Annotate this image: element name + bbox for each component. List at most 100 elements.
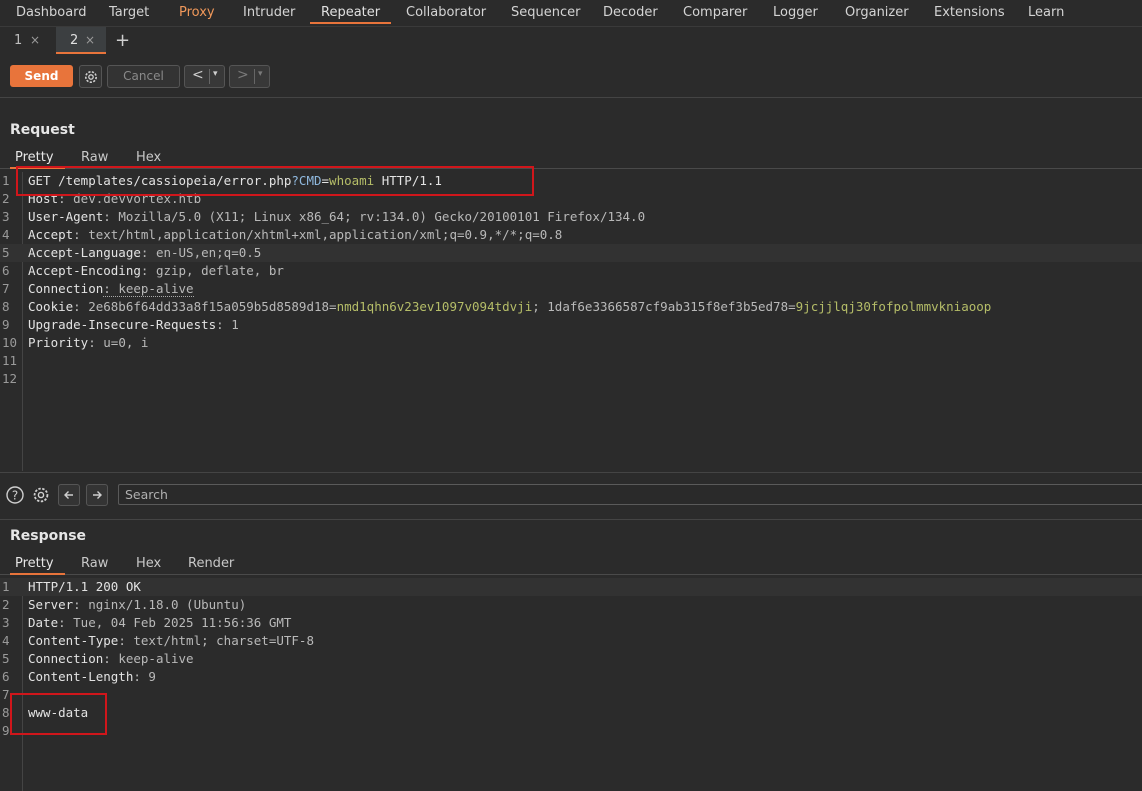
code-line: 5 Accept-Language: en-US,en;q=0.5	[0, 244, 1142, 262]
line-number: 1	[2, 173, 10, 188]
code-line: 3 Date: Tue, 04 Feb 2025 11:56:36 GMT	[0, 614, 1142, 632]
response-tab-hex[interactable]: Hex	[136, 556, 161, 571]
line-number: 2	[2, 597, 10, 612]
repeater-tab-2[interactable]: 2 ×	[56, 27, 106, 54]
code-line: 2 Host: dev.devvortex.htb	[0, 190, 1142, 208]
repeater-tab-1[interactable]: 1 ×	[0, 27, 50, 54]
close-icon[interactable]: ×	[85, 33, 95, 47]
code-line: 10 Priority: u=0, i	[0, 334, 1142, 352]
line-number: 11	[2, 353, 18, 368]
chevron-down-icon[interactable]: ▾	[258, 69, 263, 79]
help-icon[interactable]: ?	[5, 485, 25, 505]
line-number: 7	[2, 687, 10, 702]
code-text: Server: nginx/1.18.0 (Ubuntu)	[28, 597, 247, 612]
tab-comparer[interactable]: Comparer	[683, 5, 747, 20]
code-text: www-data	[28, 705, 89, 720]
request-view-tabs: Pretty Raw Hex	[0, 147, 1142, 169]
request-tab-hex[interactable]: Hex	[136, 150, 161, 165]
code-line: 1 HTTP/1.1 200 OK	[0, 578, 1142, 596]
arrow-right-icon[interactable]	[86, 484, 108, 506]
line-number: 10	[2, 335, 18, 350]
svg-text:?: ?	[12, 489, 18, 503]
settings-gear-icon[interactable]	[31, 485, 51, 505]
cancel-button[interactable]: Cancel	[107, 65, 180, 88]
send-button[interactable]: Send	[10, 65, 73, 87]
arrow-left-icon[interactable]	[58, 484, 80, 506]
tab-target[interactable]: Target	[109, 5, 149, 20]
request-editor[interactable]: 1 GET /templates/cassiopeia/error.php?CMD…	[0, 172, 1142, 471]
tab-organizer[interactable]: Organizer	[845, 5, 909, 20]
code-text: Accept-Language: en-US,en;q=0.5	[28, 245, 262, 260]
tab-learn[interactable]: Learn	[1028, 5, 1064, 20]
code-text: User-Agent: Mozilla/5.0 (X11; Linux x86_…	[28, 209, 646, 224]
response-tab-pretty[interactable]: Pretty	[15, 556, 54, 571]
code-line: 4 Content-Type: text/html; charset=UTF-8	[0, 632, 1142, 650]
code-line: 8 Cookie: 2e68b6f64dd33a8f15a059b5d8589d1…	[0, 298, 1142, 316]
code-line: 4 Accept: text/html,application/xhtml+xml…	[0, 226, 1142, 244]
tab-intruder[interactable]: Intruder	[243, 5, 295, 20]
request-tab-raw[interactable]: Raw	[81, 150, 108, 165]
line-number: 3	[2, 209, 10, 224]
line-number: 4	[2, 227, 10, 242]
code-line: 3 User-Agent: Mozilla/5.0 (X11; Linux x86…	[0, 208, 1142, 226]
tab-repeater[interactable]: Repeater	[321, 5, 380, 20]
repeater-tab-label: 1	[14, 33, 23, 48]
line-number: 3	[2, 615, 10, 630]
line-number: 7	[2, 281, 10, 296]
tab-extensions[interactable]: Extensions	[934, 5, 1005, 20]
active-tab-indicator	[310, 22, 391, 24]
history-forward-button[interactable]: > ▾	[229, 65, 270, 88]
line-number: 6	[2, 263, 10, 278]
settings-gear-icon[interactable]	[79, 65, 102, 88]
code-line: 8 www-data	[0, 704, 1142, 722]
active-view-indicator	[10, 573, 65, 575]
code-text: Priority: u=0, i	[28, 335, 149, 350]
tab-collaborator[interactable]: Collaborator	[406, 5, 486, 20]
tab-sequencer[interactable]: Sequencer	[511, 5, 580, 20]
line-number: 2	[2, 191, 10, 206]
code-text: Accept-Encoding: gzip, deflate, br	[28, 263, 284, 278]
response-view-tabs: Pretty Raw Hex Render	[0, 553, 1142, 575]
chevron-left-icon: <	[192, 67, 204, 83]
code-text: HTTP/1.1 200 OK	[28, 579, 141, 594]
response-tab-raw[interactable]: Raw	[81, 556, 108, 571]
line-number: 6	[2, 669, 10, 684]
code-line: 2 Server: nginx/1.18.0 (Ubuntu)	[0, 596, 1142, 614]
line-number: 1	[2, 579, 10, 594]
line-number: 8	[2, 299, 10, 314]
line-number: 5	[2, 245, 10, 260]
request-toolbar: Send Cancel < ▾ > ▾	[0, 55, 1142, 98]
close-icon[interactable]: ×	[30, 33, 40, 47]
tab-proxy[interactable]: Proxy	[179, 5, 215, 20]
tab-dashboard[interactable]: Dashboard	[16, 5, 87, 20]
history-back-button[interactable]: < ▾	[184, 65, 225, 88]
code-text: Date: Tue, 04 Feb 2025 11:56:36 GMT	[28, 615, 292, 630]
repeater-tab-bar: 1 × 2 ×	[0, 26, 1142, 55]
line-number: 4	[2, 633, 10, 648]
code-line: 12	[0, 370, 1142, 388]
code-line: 11	[0, 352, 1142, 370]
line-number: 12	[2, 371, 18, 386]
code-line: 7 Connection: keep-alive	[0, 280, 1142, 298]
response-tab-render[interactable]: Render	[188, 556, 234, 571]
code-text: Content-Type: text/html; charset=UTF-8	[28, 633, 314, 648]
code-line: 9	[0, 722, 1142, 740]
request-tab-pretty[interactable]: Pretty	[15, 150, 54, 165]
code-line: 1 GET /templates/cassiopeia/error.php?CMD…	[0, 172, 1142, 190]
code-text: Accept: text/html,application/xhtml+xml,…	[28, 227, 563, 242]
add-tab-icon[interactable]: +	[115, 30, 130, 51]
tab-logger[interactable]: Logger	[773, 5, 818, 20]
code-text: Connection: keep-alive	[28, 651, 194, 666]
top-navigation: Dashboard Target Proxy Intruder Repeater…	[0, 0, 1142, 25]
code-text: GET /templates/cassiopeia/error.php?CMD=…	[28, 173, 442, 188]
tab-decoder[interactable]: Decoder	[603, 5, 658, 20]
search-bar: ?	[0, 472, 1142, 520]
chevron-down-icon[interactable]: ▾	[213, 69, 218, 79]
active-subtab-indicator	[56, 52, 106, 54]
code-text: Upgrade-Insecure-Requests: 1	[28, 317, 239, 332]
code-line: 9 Upgrade-Insecure-Requests: 1	[0, 316, 1142, 334]
response-editor[interactable]: 1 HTTP/1.1 200 OK 2 Server: nginx/1.18.0 (U…	[0, 578, 1142, 791]
chevron-right-icon: >	[237, 67, 249, 83]
code-text: Host: dev.devvortex.htb	[28, 191, 202, 206]
search-input[interactable]	[118, 484, 1142, 505]
